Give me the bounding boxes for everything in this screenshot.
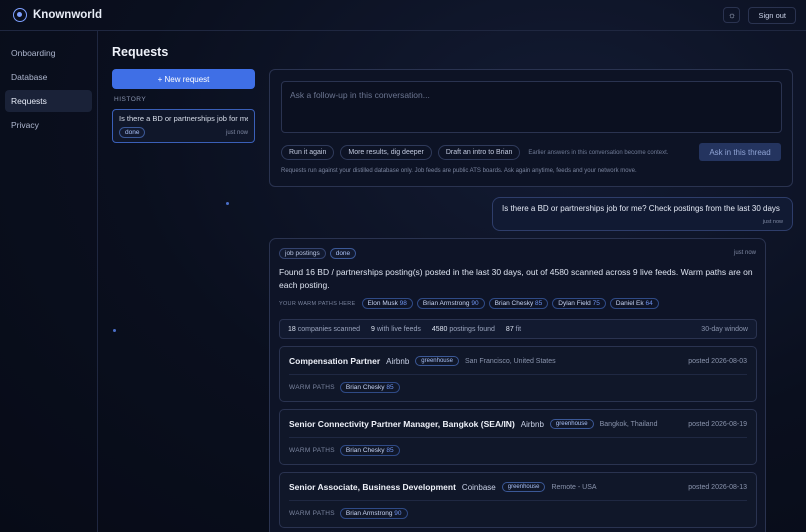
suggestion-run-again[interactable]: Run it again [281,145,335,160]
job-posted-date: posted 2026-08-03 [688,358,747,365]
top-bar: Knownworld ☼ Sign out [0,0,806,31]
user-message: Is there a BD or partnerships job for me… [492,197,793,231]
stat-feeds: 9 with live feeds [371,325,421,333]
stat-postings: 4580 postings found [431,325,495,333]
suggestion-note: Earlier answers in this conversation bec… [528,149,669,156]
logo-icon [13,8,27,22]
job-posted-date: posted 2026-08-13 [688,484,747,491]
history-item-question: Is there a BD or partnerships job for me… [119,114,248,123]
composer-footer-note: Requests run against your distilled data… [281,168,637,174]
status-badge: done [119,127,146,138]
history-heading: HISTORY [114,96,147,103]
warm-path-chip[interactable]: Elon Musk 98 [361,298,413,309]
warm-paths-row: YOUR WARM PATHS HERE Elon Musk 98 Brian … [279,298,659,309]
warm-path-chip[interactable]: Brian Chesky 85 [339,382,400,393]
follow-up-composer: Ask a follow-up in this conversation... … [269,69,793,187]
decorative-dot [226,202,229,205]
warm-paths-label: YOUR WARM PATHS HERE [279,300,356,307]
job-card[interactable]: Senior Connectivity Partner Manager, Ban… [279,409,757,465]
warm-path-chip[interactable]: Brian Armstrong 90 [339,508,408,519]
job-company: Coinbase [461,482,496,492]
job-source-badge: greenhouse [501,482,546,492]
warm-path-chip[interactable]: Dylan Field 75 [552,298,606,309]
result-card: job postings done just now Found 16 BD /… [269,238,766,532]
job-title: Compensation Partner [289,356,381,366]
job-company: Airbnb [386,356,410,366]
job-location: Remote - USA [551,483,597,491]
job-title: Senior Associate, Business Development [289,482,456,492]
job-warm-paths-label: WARM PATHS [289,510,335,517]
sign-out-button[interactable]: Sign out [748,6,796,24]
warm-path-chip[interactable]: Brian Chesky 85 [488,298,549,309]
result-summary: Found 16 BD / partnerships posting(s) po… [279,267,753,290]
sidebar-item-privacy[interactable]: Privacy [5,114,92,136]
warm-path-chip[interactable]: Brian Chesky 85 [339,445,400,456]
job-source-badge: greenhouse [549,419,594,429]
job-source-badge: greenhouse [415,356,459,366]
divider [289,437,747,438]
sidebar-item-onboarding[interactable]: Onboarding [5,42,92,64]
suggestion-dig-deeper[interactable]: More results, dig deeper [340,145,432,160]
follow-up-input[interactable]: Ask a follow-up in this conversation... [281,81,782,133]
stat-companies: 18 companies scanned [288,325,361,333]
job-warm-paths-label: WARM PATHS [289,384,335,391]
warm-path-chip[interactable]: Daniel Ek 64 [609,298,659,309]
decorative-dot [113,329,116,332]
job-card[interactable]: Senior Associate, Business Development C… [279,472,757,528]
suggestion-draft-intro[interactable]: Draft an intro to Brian [437,145,521,160]
app-name: Knownworld [33,9,102,21]
job-location: Bangkok, Thailand [599,420,658,428]
page-title: Requests [112,45,169,59]
job-company: Airbnb [520,419,544,429]
job-title: Senior Connectivity Partner Manager, Ban… [289,419,515,429]
warm-path-chip[interactable]: Brian Armstrong 90 [416,298,485,309]
status-badge: done [329,248,357,259]
sidebar-item-requests[interactable]: Requests [5,90,92,112]
divider [289,374,747,375]
result-type-badge: job postings [279,248,326,259]
theme-toggle-button[interactable]: ☼ [723,7,741,23]
sun-icon: ☼ [727,10,737,20]
user-message-text: Is there a BD or partnerships job for me… [502,204,780,213]
history-item-time: just now [225,129,248,136]
stat-window: 30-day window [701,325,748,333]
app-logo[interactable]: Knownworld [13,8,102,22]
job-warm-paths-label: WARM PATHS [289,447,335,454]
job-card[interactable]: Compensation Partner Airbnb greenhouse S… [279,346,757,402]
ask-in-thread-button[interactable]: Ask in this thread [699,143,781,161]
sidebar: Onboarding Database Requests Privacy [0,31,98,532]
sidebar-item-database[interactable]: Database [5,66,92,88]
new-request-button[interactable]: + New request [112,69,255,89]
user-message-time: just now [762,219,783,225]
job-posted-date: posted 2026-08-19 [688,421,747,428]
history-item[interactable]: Is there a BD or partnerships job for me… [112,109,255,143]
divider [289,500,747,501]
scan-stats-bar: 18 companies scanned 9 with live feeds 4… [279,319,757,339]
result-time: just now [733,250,756,256]
job-location: San Francisco, United States [464,357,556,365]
stat-fit: 87 fit [505,325,522,333]
